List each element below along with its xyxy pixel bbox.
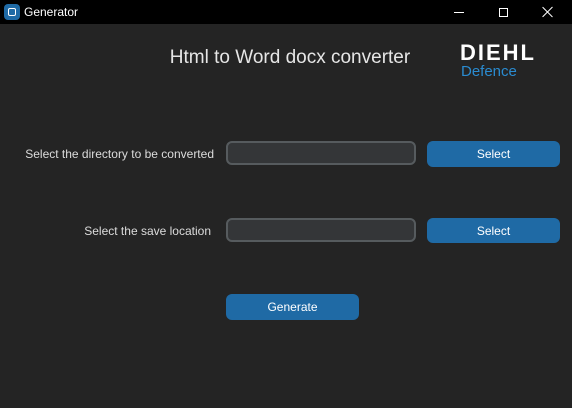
directory-label: Select the directory to be converted [25,147,214,161]
maximize-icon [498,7,508,17]
logo-wordmark: DIEHL [460,40,536,65]
save-location-input[interactable] [226,218,416,242]
close-button[interactable] [526,0,570,24]
generate-button[interactable]: Generate [226,294,359,320]
company-logo: DIEHL Defence [460,42,558,82]
save-location-label: Select the save location [84,224,211,238]
minimize-button[interactable] [437,0,481,24]
close-icon [542,6,554,18]
page-title: Html to Word docx converter [169,47,411,68]
select-save-location-button[interactable]: Select [427,218,560,243]
minimize-icon [454,11,464,13]
window-title: Generator [24,5,79,19]
select-directory-button[interactable]: Select [427,141,560,167]
maximize-button[interactable] [481,0,525,24]
logo-subtitle: Defence [461,63,517,80]
window-titlebar: Generator [0,0,572,24]
directory-input[interactable] [226,141,416,165]
app-icon [4,4,20,20]
